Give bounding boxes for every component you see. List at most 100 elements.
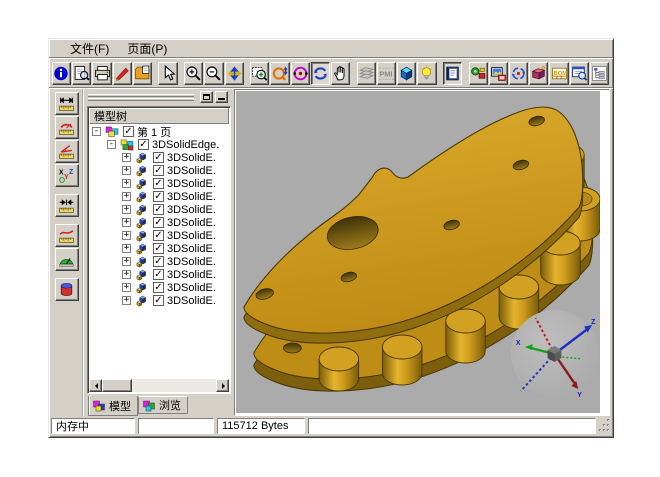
render-mode-button[interactable] bbox=[397, 62, 416, 85]
nav-ball[interactable]: Z Y X bbox=[511, 310, 598, 399]
expand-toggle[interactable]: + bbox=[122, 153, 131, 162]
measure-angle-button[interactable] bbox=[55, 140, 79, 163]
tree-row[interactable]: + ✓3DSolidE. bbox=[89, 242, 229, 255]
tree-checkbox[interactable]: ✓ bbox=[153, 282, 164, 293]
tree-row[interactable]: +✓3DSolidE. bbox=[89, 294, 229, 307]
tree-node-label[interactable]: 3DSolidE. bbox=[167, 282, 216, 294]
report-button[interactable] bbox=[570, 62, 589, 85]
tree-checkbox[interactable]: ✓ bbox=[153, 204, 164, 215]
tree-checkbox[interactable]: ✓ bbox=[123, 126, 134, 137]
refresh-button[interactable] bbox=[311, 62, 330, 85]
expand-toggle[interactable]: + bbox=[122, 218, 131, 227]
panel-restore-button[interactable] bbox=[200, 91, 213, 103]
zoom-out-button[interactable] bbox=[204, 62, 223, 85]
measure-gap-button[interactable] bbox=[55, 194, 79, 217]
tree-node-label[interactable]: 3DSolidE. bbox=[167, 256, 216, 268]
tree-node-label[interactable]: 3DSolidE. bbox=[167, 269, 216, 281]
tree-checkbox[interactable]: ✓ bbox=[153, 256, 164, 267]
tree-node-label[interactable]: 3DSolidE. bbox=[167, 230, 216, 242]
tab-model[interactable]: 模型 bbox=[88, 396, 138, 416]
update-button[interactable] bbox=[509, 62, 528, 85]
expand-toggle[interactable]: + bbox=[122, 283, 131, 292]
tree-checkbox[interactable]: ✓ bbox=[153, 269, 164, 280]
tree-checkbox[interactable]: ✓ bbox=[153, 243, 164, 254]
measure-area-button[interactable] bbox=[55, 248, 79, 271]
tree-checkbox[interactable]: ✓ bbox=[153, 295, 164, 306]
zoom-window-button[interactable] bbox=[250, 62, 269, 85]
pan-hand-button[interactable] bbox=[331, 62, 350, 85]
zoom-in-button[interactable] bbox=[184, 62, 203, 85]
expand-toggle[interactable]: + bbox=[122, 179, 131, 188]
tree-node-label[interactable]: 第 1 页 bbox=[137, 125, 171, 140]
tree-checkbox[interactable]: ✓ bbox=[153, 217, 164, 228]
tree-row[interactable]: + ✓3DSolidE. bbox=[89, 164, 229, 177]
bom-button[interactable]: BOM bbox=[549, 62, 568, 85]
expand-toggle[interactable]: + bbox=[122, 166, 131, 175]
tree-checkbox[interactable]: ✓ bbox=[153, 230, 164, 241]
menu-item-file[interactable]: 文件(F) bbox=[61, 39, 118, 58]
scroll-thumb[interactable] bbox=[102, 379, 132, 392]
expand-toggle[interactable]: + bbox=[122, 205, 131, 214]
open-file-button[interactable] bbox=[133, 62, 152, 85]
tree-row[interactable]: +✓3DSolidE. bbox=[89, 190, 229, 203]
notebook-button[interactable] bbox=[443, 62, 462, 85]
tree-row[interactable]: -✓3DSolidEdge. bbox=[89, 138, 229, 151]
tree-row[interactable]: + ✓3DSolidE. bbox=[89, 268, 229, 281]
pmi-button[interactable]: PMI bbox=[377, 62, 396, 85]
parts-button[interactable] bbox=[469, 62, 488, 85]
lighting-button[interactable] bbox=[417, 62, 436, 85]
collapse-toggle[interactable]: - bbox=[107, 140, 116, 149]
resize-grip[interactable] bbox=[599, 419, 611, 433]
expand-toggle[interactable]: + bbox=[122, 244, 131, 253]
structure-tree-button[interactable] bbox=[590, 62, 609, 85]
measure-radius-button[interactable] bbox=[55, 116, 79, 139]
panel-minimize-button[interactable] bbox=[215, 91, 228, 103]
tree-row[interactable]: + ✓3DSolidE. bbox=[89, 229, 229, 242]
tree-node-label[interactable]: 3DSolidE. bbox=[167, 178, 216, 190]
panel-gripper[interactable] bbox=[88, 93, 194, 102]
measure-volume-button[interactable] bbox=[55, 278, 79, 301]
snapshot-button[interactable] bbox=[489, 62, 508, 85]
tree-checkbox[interactable]: ✓ bbox=[138, 139, 149, 150]
tree-row[interactable]: + ✓3DSolidE. bbox=[89, 151, 229, 164]
tree-row[interactable]: - ✓第 1 页 bbox=[89, 125, 229, 138]
orbit-button[interactable] bbox=[291, 62, 310, 85]
tree-row[interactable]: +✓3DSolidE. bbox=[89, 177, 229, 190]
measure-distance-button[interactable] bbox=[55, 92, 79, 115]
pan-move-button[interactable] bbox=[225, 62, 244, 85]
tree-node-label[interactable]: 3DSolidE. bbox=[167, 165, 216, 177]
solid-box-button[interactable] bbox=[529, 62, 548, 85]
expand-toggle[interactable]: + bbox=[122, 231, 131, 240]
scroll-track[interactable] bbox=[132, 379, 216, 392]
tree-horizontal-scrollbar[interactable] bbox=[89, 379, 229, 392]
expand-toggle[interactable]: + bbox=[122, 270, 131, 279]
scroll-left-button[interactable] bbox=[89, 379, 102, 392]
tab-browse[interactable]: 浏览 bbox=[138, 396, 188, 414]
info-button[interactable] bbox=[52, 62, 71, 85]
zoom-extents-button[interactable] bbox=[270, 62, 289, 85]
tree-row[interactable]: + ✓3DSolidE. bbox=[89, 255, 229, 268]
print-preview-button[interactable] bbox=[72, 62, 91, 85]
tree-checkbox[interactable]: ✓ bbox=[153, 191, 164, 202]
tree-checkbox[interactable]: ✓ bbox=[153, 165, 164, 176]
expand-toggle[interactable]: + bbox=[122, 257, 131, 266]
tree-node-label[interactable]: 3DSolidE. bbox=[167, 243, 216, 255]
tree-row[interactable]: + ✓3DSolidE. bbox=[89, 281, 229, 294]
markup-pen-button[interactable] bbox=[113, 62, 132, 85]
tree-node-label[interactable]: 3DSolidE. bbox=[167, 217, 216, 229]
measure-curve-button[interactable] bbox=[55, 224, 79, 247]
tree-node-label[interactable]: 3DSolidE. bbox=[167, 295, 216, 307]
tree-row[interactable]: + ✓3DSolidE. bbox=[89, 203, 229, 216]
tree-node-label[interactable]: 3DSolidE. bbox=[167, 204, 216, 216]
print-button[interactable] bbox=[92, 62, 111, 85]
collapse-toggle[interactable]: - bbox=[92, 127, 101, 136]
tree-checkbox[interactable]: ✓ bbox=[153, 152, 164, 163]
menu-item-page[interactable]: 页面(P) bbox=[118, 39, 176, 58]
layers-button[interactable] bbox=[357, 62, 376, 85]
scroll-right-button[interactable] bbox=[216, 379, 229, 392]
select-cursor-button[interactable] bbox=[158, 62, 177, 85]
viewport-canvas[interactable]: Z Y X bbox=[236, 91, 600, 413]
tree-node-label[interactable]: 3DSolidE. bbox=[167, 152, 216, 164]
expand-toggle[interactable]: + bbox=[122, 192, 131, 201]
measure-coordinate-button[interactable]: XYZ bbox=[55, 164, 79, 187]
